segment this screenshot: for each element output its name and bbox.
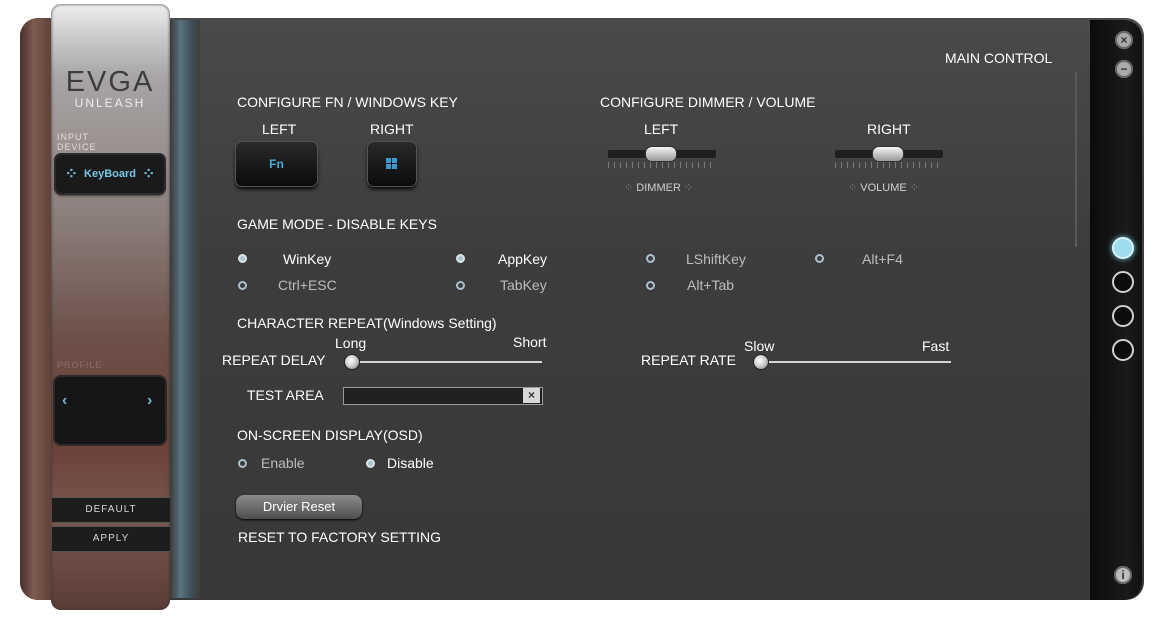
repeat-delay-min-label: Long bbox=[335, 335, 367, 351]
repeat-delay-track[interactable] bbox=[348, 361, 542, 363]
dimmer-ticks bbox=[608, 162, 716, 168]
dimmer-left-label: LEFT bbox=[644, 121, 679, 137]
info-icon[interactable]: i bbox=[1114, 566, 1132, 584]
appkey-label: AppKey bbox=[498, 251, 548, 267]
repeat-rate-min-label: Slow bbox=[744, 338, 775, 354]
scrollbar[interactable] bbox=[1075, 72, 1077, 247]
page-dot-2[interactable] bbox=[1112, 271, 1134, 293]
repeat-rate-thumb[interactable] bbox=[753, 354, 769, 370]
page-dot-4[interactable] bbox=[1112, 339, 1134, 361]
test-area-label: TEST AREA bbox=[247, 387, 324, 403]
lshiftkey-label: LShiftKey bbox=[686, 251, 746, 267]
clear-icon[interactable]: × bbox=[523, 388, 540, 403]
dimmer-right-label: RIGHT bbox=[867, 121, 911, 137]
reset-caption: RESET TO FACTORY SETTING bbox=[238, 529, 442, 545]
volume-ticks bbox=[835, 162, 943, 168]
winkey-label: WinKey bbox=[283, 251, 332, 267]
repeat-rate-max-label: Fast bbox=[922, 338, 950, 354]
altf4-label: Alt+F4 bbox=[862, 251, 903, 267]
page-dot-1[interactable] bbox=[1112, 237, 1134, 259]
fn-section-title: CONFIGURE FN / WINDOWS KEY bbox=[237, 94, 458, 110]
volume-thumb[interactable] bbox=[872, 146, 904, 162]
apply-button[interactable]: APPLY bbox=[52, 526, 170, 552]
alttab-checkbox[interactable] bbox=[646, 281, 655, 290]
repeat-delay-label: REPEAT DELAY bbox=[222, 352, 326, 368]
arrow-left-icon: ⁘ bbox=[64, 166, 79, 183]
alttab-label: Alt+Tab bbox=[687, 277, 735, 293]
leather-strip bbox=[20, 18, 54, 600]
volume-tag: ⁘ VOLUME ⁘ bbox=[848, 182, 920, 194]
altf4-checkbox[interactable] bbox=[815, 254, 824, 263]
page-title: MAIN CONTROL bbox=[945, 50, 1053, 66]
profile-label: PROFILE bbox=[57, 360, 103, 370]
fn-right-label: RIGHT bbox=[370, 121, 414, 137]
fn-left-label: LEFT bbox=[262, 121, 297, 137]
osd-enable-label: Enable bbox=[261, 455, 305, 471]
dimmer-thumb[interactable] bbox=[645, 146, 677, 162]
tabkey-label: TabKey bbox=[500, 277, 547, 293]
lshiftkey-checkbox[interactable] bbox=[646, 254, 655, 263]
char-repeat-title: CHARACTER REPEAT(Windows Setting) bbox=[237, 315, 497, 331]
windows-logo-icon bbox=[386, 158, 397, 169]
osd-enable-radio[interactable] bbox=[238, 459, 247, 468]
repeat-rate-label: REPEAT RATE bbox=[641, 352, 736, 368]
ctrlesc-checkbox[interactable] bbox=[238, 281, 247, 290]
panel-glow bbox=[170, 20, 200, 598]
driver-reset-button[interactable]: Drvier Reset bbox=[236, 495, 362, 519]
fn-key-label: Fn bbox=[269, 157, 284, 171]
page-dot-3[interactable] bbox=[1112, 305, 1134, 327]
input-device-label: INPUT DEVICE bbox=[57, 132, 97, 152]
profile-prev-icon[interactable]: ‹ bbox=[62, 392, 67, 410]
default-button[interactable]: DEFAULT bbox=[52, 497, 170, 523]
test-area-input[interactable] bbox=[343, 387, 543, 405]
repeat-delay-max-label: Short bbox=[513, 334, 547, 350]
game-mode-title: GAME MODE - DISABLE KEYS bbox=[237, 216, 437, 232]
tabkey-checkbox[interactable] bbox=[456, 281, 465, 290]
profile-selector[interactable] bbox=[55, 377, 165, 444]
ctrlesc-label: Ctrl+ESC bbox=[278, 277, 337, 293]
osd-title: ON-SCREEN DISPLAY(OSD) bbox=[237, 427, 423, 443]
winkey-checkbox[interactable] bbox=[238, 254, 247, 263]
dimmer-section-title: CONFIGURE DIMMER / VOLUME bbox=[600, 94, 816, 110]
osd-disable-label: Disable bbox=[387, 455, 434, 471]
evga-logo: EVGA bbox=[65, 66, 155, 98]
osd-disable-radio[interactable] bbox=[366, 459, 375, 468]
close-icon[interactable]: × bbox=[1115, 31, 1133, 49]
minimize-icon[interactable]: − bbox=[1115, 60, 1133, 78]
profile-next-icon[interactable]: › bbox=[147, 392, 152, 410]
repeat-rate-track[interactable] bbox=[757, 361, 951, 363]
fn-key-button[interactable]: Fn bbox=[236, 142, 317, 186]
tagline: UNLEASH bbox=[74, 96, 146, 110]
keyboard-device-button[interactable]: ⁘ KeyBoard ⁘ bbox=[56, 155, 164, 193]
repeat-delay-thumb[interactable] bbox=[344, 354, 360, 370]
appkey-checkbox[interactable] bbox=[456, 254, 465, 263]
keyboard-device-label: KeyBoard bbox=[84, 168, 136, 180]
windows-key-button[interactable] bbox=[368, 142, 416, 186]
dimmer-tag: ⁘ DIMMER ⁘ bbox=[624, 182, 694, 194]
arrow-right-icon: ⁘ bbox=[141, 166, 156, 183]
